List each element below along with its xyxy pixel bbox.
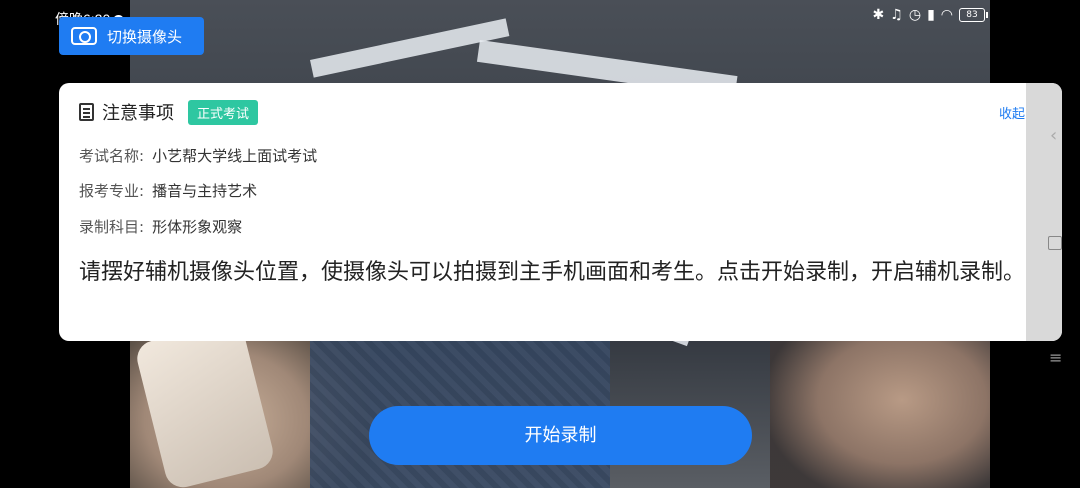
- signal-icon: ▮: [927, 7, 935, 23]
- subject-value: 形体形象观察: [152, 218, 243, 236]
- card-side-panel: [1026, 83, 1062, 341]
- alarm-icon: ◷: [908, 7, 922, 23]
- major-value: 播音与主持艺术: [152, 182, 258, 200]
- status-icons: ✱ ♫ ◷ ▮ ◠ 83: [872, 7, 988, 23]
- subject-label: 录制科目:: [79, 218, 145, 236]
- notice-header: 注意事项 正式考试: [79, 99, 259, 125]
- major-label: 报考专业:: [79, 182, 145, 200]
- switch-camera-button[interactable]: 切换摄像头: [59, 17, 204, 55]
- subject-row: 录制科目: 形体形象观察: [79, 216, 242, 237]
- notice-card: 注意事项 正式考试 收起︿ 考试名称:小艺帮大学线上面试考试 报考专业:播音与主…: [59, 83, 1062, 341]
- nav-menu-icon[interactable]: ≡: [1049, 348, 1062, 367]
- exam-name-row: 考试名称: 小艺帮大学线上面试考试: [79, 145, 317, 166]
- exam-name-value: 小艺帮大学线上面试考试: [152, 147, 318, 165]
- nav-back-icon[interactable]: ‹: [1050, 125, 1057, 146]
- camera-switch-icon: [71, 27, 97, 45]
- instruction-text: 请摆好辅机摄像头位置，使摄像头可以拍摄到主手机画面和考生。点击开始录制，开启辅机…: [79, 260, 1026, 285]
- notice-title: 注意事项: [102, 103, 174, 124]
- bluetooth-icon: ✱: [872, 7, 885, 23]
- collapse-label: 收起: [998, 107, 1025, 122]
- exam-name-label: 考试名称:: [79, 147, 145, 165]
- exam-type-badge: 正式考试: [188, 99, 259, 125]
- document-icon: [79, 103, 94, 121]
- major-row: 报考专业: 播音与主持艺术: [79, 180, 257, 201]
- battery-icon: 83: [959, 8, 988, 22]
- switch-camera-label: 切换摄像头: [107, 27, 183, 46]
- mute-icon: ♫: [890, 7, 903, 23]
- wifi-icon: ◠: [940, 7, 953, 23]
- start-recording-button[interactable]: 开始录制: [369, 406, 752, 465]
- nav-home-icon[interactable]: [1048, 236, 1062, 250]
